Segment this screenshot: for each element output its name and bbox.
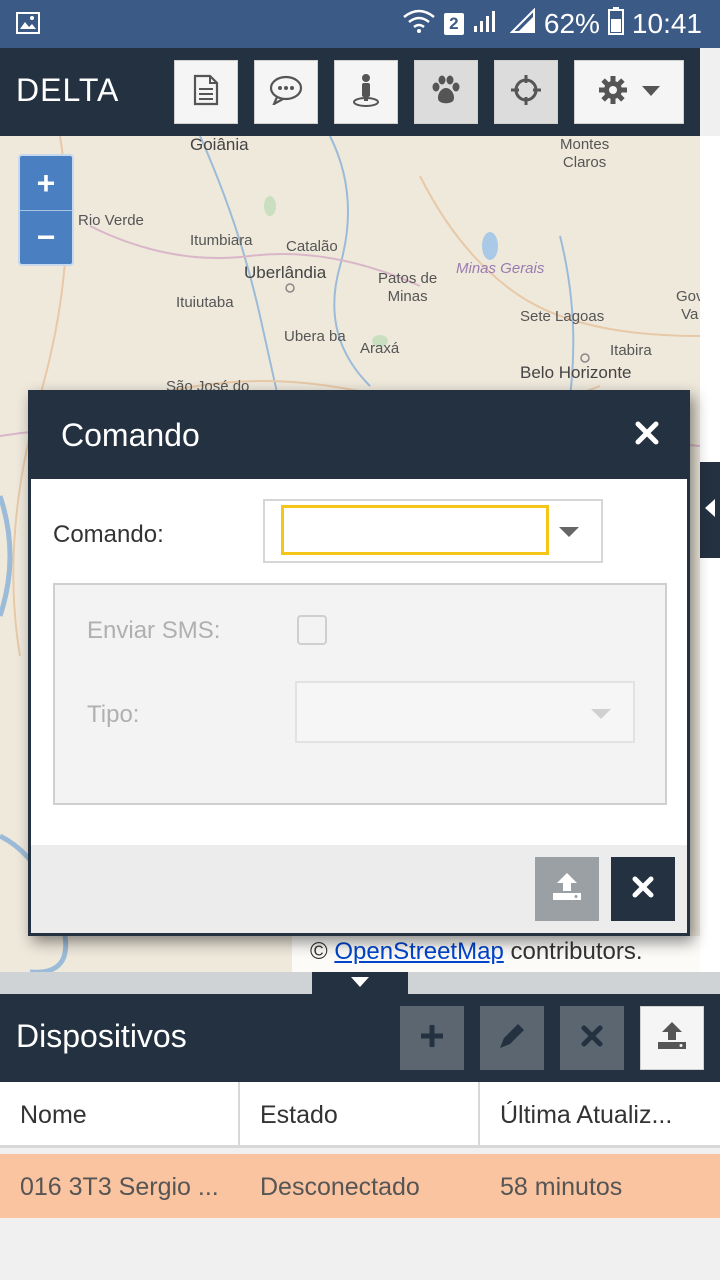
chevron-down-icon xyxy=(559,527,579,537)
map-label: Goiânia xyxy=(190,136,249,154)
plus-icon xyxy=(419,1023,445,1054)
map-label: Araxá xyxy=(360,340,400,357)
dialog-header: Comando xyxy=(31,393,687,479)
chevron-down-icon xyxy=(591,709,611,719)
status-bar: 2 62% 10:41 xyxy=(0,0,720,48)
map-label: Gov Va xyxy=(676,288,700,323)
close-icon xyxy=(635,421,659,445)
messages-button[interactable] xyxy=(254,60,318,124)
send-sms-checkbox[interactable] xyxy=(297,615,327,645)
command-dialog: Comando Comando: Enviar SMS: Tipo: xyxy=(28,390,690,936)
crosshair-icon xyxy=(510,74,542,111)
zoom-in-button[interactable]: + xyxy=(20,156,72,210)
signal-icon xyxy=(472,8,502,41)
devices-table-header: Nome Estado Última Atualiz... xyxy=(0,1082,720,1148)
dialog-footer xyxy=(31,845,687,933)
battery-percent: 62% xyxy=(543,8,600,39)
zoom-control: + − xyxy=(18,154,74,266)
caret-down-icon xyxy=(642,83,660,101)
map-label: Ubera ba xyxy=(284,328,346,345)
locate-button[interactable] xyxy=(494,60,558,124)
device-name-cell: 016 3T3 Sergio ... xyxy=(20,1173,219,1201)
map-label: Itabira xyxy=(610,342,652,359)
upload-icon xyxy=(656,1021,688,1055)
type-select[interactable] xyxy=(295,681,635,743)
report-button[interactable] xyxy=(174,60,238,124)
upload-icon xyxy=(551,872,583,906)
collapse-panel-toggle[interactable] xyxy=(312,972,408,994)
dialog-close-button[interactable] xyxy=(635,421,659,450)
column-header-name[interactable]: Nome xyxy=(0,1082,240,1146)
table-row[interactable]: 016 3T3 Sergio ... Desconectado 58 minut… xyxy=(0,1154,720,1218)
map-label: Patos de Minas xyxy=(378,270,438,305)
attribution-prefix: © xyxy=(310,938,335,965)
zoom-out-button[interactable]: − xyxy=(20,210,72,264)
command-select[interactable] xyxy=(263,499,603,563)
top-toolbar: DELTA xyxy=(0,48,700,136)
image-icon xyxy=(16,12,40,39)
pencil-icon xyxy=(498,1022,526,1055)
map-label: Itumbiara xyxy=(190,232,253,249)
signal-icon-2 xyxy=(509,7,536,41)
edit-device-button[interactable] xyxy=(480,1006,544,1070)
brand-title: DELTA xyxy=(16,72,120,108)
devices-header: Dispositivos xyxy=(0,994,720,1082)
openstreetmap-link[interactable]: OpenStreetMap xyxy=(334,938,503,965)
table-empty-area xyxy=(0,1218,720,1280)
gear-icon xyxy=(598,75,628,110)
clock: 10:41 xyxy=(631,8,702,39)
close-icon xyxy=(581,1025,603,1052)
map-label: Ituiutaba xyxy=(176,294,234,311)
sim-badge: 2 xyxy=(443,13,464,35)
paw-icon xyxy=(430,75,462,110)
dialog-title: Comando xyxy=(61,417,200,453)
command-label: Comando: xyxy=(53,521,164,548)
map-label: Catalão xyxy=(286,238,338,255)
device-last-update-cell: 58 minutos xyxy=(500,1173,623,1201)
person-marker-icon xyxy=(352,73,380,112)
chat-icon xyxy=(269,75,303,110)
map-label: Uberlândia xyxy=(244,263,327,282)
send-sms-label: Enviar SMS: xyxy=(87,617,221,644)
map-label: Montes Claros xyxy=(560,136,610,171)
add-device-button[interactable] xyxy=(400,1006,464,1070)
send-command-button[interactable] xyxy=(535,857,599,921)
paw-button[interactable] xyxy=(414,60,478,124)
device-status-cell: Desconectado xyxy=(260,1173,420,1201)
type-label: Tipo: xyxy=(87,701,140,728)
command-options-group: Enviar SMS: Tipo: xyxy=(53,583,667,805)
command-select-focus xyxy=(281,505,549,555)
column-header-last-update[interactable]: Última Atualiz... xyxy=(480,1082,720,1146)
map-label: Sete Lagoas xyxy=(520,308,605,325)
cancel-button[interactable] xyxy=(611,857,675,921)
map-label: Belo Horizonte xyxy=(520,363,632,382)
devices-title: Dispositivos xyxy=(16,1018,187,1054)
close-icon xyxy=(632,876,654,903)
side-panel-toggle[interactable] xyxy=(700,462,720,558)
attribution-suffix: contributors. xyxy=(503,938,643,965)
remove-device-button[interactable] xyxy=(560,1006,624,1070)
settings-dropdown-button[interactable] xyxy=(574,60,684,124)
column-header-status[interactable]: Estado xyxy=(240,1082,480,1146)
map-attribution: © OpenStreetMap contributors. xyxy=(292,936,700,972)
map-label: Minas Gerais xyxy=(456,260,545,277)
document-icon xyxy=(193,74,219,111)
wifi-icon xyxy=(402,8,436,41)
caret-left-icon xyxy=(705,498,715,522)
caret-down-icon xyxy=(351,974,369,992)
map-label: Rio Verde xyxy=(78,212,144,229)
battery-icon xyxy=(607,6,624,42)
send-command-device-button[interactable] xyxy=(640,1006,704,1070)
geofence-person-button[interactable] xyxy=(334,60,398,124)
